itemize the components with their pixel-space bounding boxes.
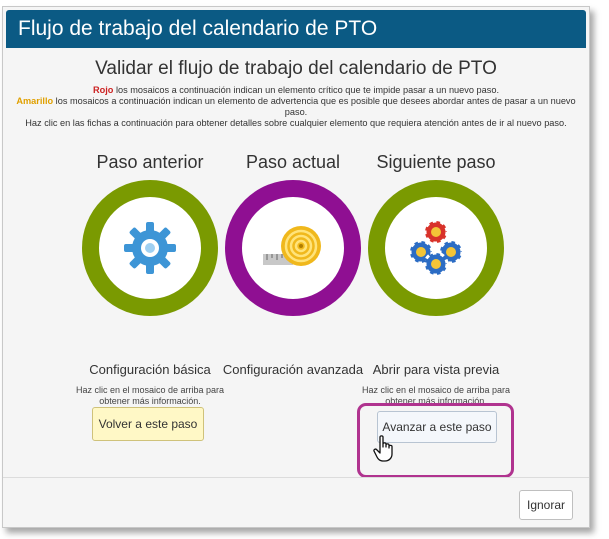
measuring-tape-icon: [263, 226, 321, 266]
step-next: Siguiente paso Abrir para vista previa H…: [361, 150, 511, 407]
step-previous: Paso anterior Configuración básica Haz c…: [75, 150, 225, 407]
step-previous-tile[interactable]: [82, 180, 218, 316]
dialog-title: Flujo de trabajo del calendario de PTO: [6, 10, 586, 48]
info-red-line: Rojo los mosaicos a continuación indican…: [15, 85, 577, 96]
go-back-button[interactable]: Volver a este paso: [92, 407, 204, 441]
page-heading: Validar el flujo de trabajo del calendar…: [95, 58, 497, 79]
step-previous-title: Paso anterior: [96, 152, 204, 172]
amber-keyword: Amarillo: [16, 96, 54, 106]
step-current-title: Paso actual: [245, 152, 341, 172]
gear-icon: [124, 222, 176, 274]
red-description: los mosaicos a continuación indican un e…: [113, 85, 500, 95]
info-amber-line: Amarillo los mosaicos a continuación ind…: [15, 96, 577, 118]
step-current: Paso actual Configuración avanzada: [218, 150, 368, 379]
ignore-button[interactable]: Ignorar: [519, 490, 573, 520]
step-previous-label: Configuración básica: [89, 362, 211, 377]
poker-chips-icon: [408, 219, 464, 277]
step-next-tile[interactable]: [368, 180, 504, 316]
hand-cursor-icon: [373, 435, 393, 462]
amber-description: los mosaicos a continuación indican un e…: [53, 96, 576, 117]
info-text: Rojo los mosaicos a continuación indican…: [15, 85, 577, 129]
step-next-label: Abrir para vista previa: [372, 362, 500, 377]
info-click-line: Haz clic en las fichas a continuación pa…: [25, 118, 567, 128]
step-current-tile[interactable]: [225, 180, 361, 316]
red-keyword: Rojo: [92, 85, 114, 95]
step-previous-help: Haz clic en el mosaico de arriba para ob…: [75, 385, 225, 406]
footer-divider: [3, 477, 589, 478]
pto-workflow-dialog: Flujo de trabajo del calendario de PTO V…: [2, 6, 590, 528]
step-next-title: Siguiente paso: [376, 152, 496, 172]
advance-button[interactable]: Avanzar a este paso: [377, 411, 497, 443]
step-current-label: Configuración avanzada: [222, 362, 364, 377]
